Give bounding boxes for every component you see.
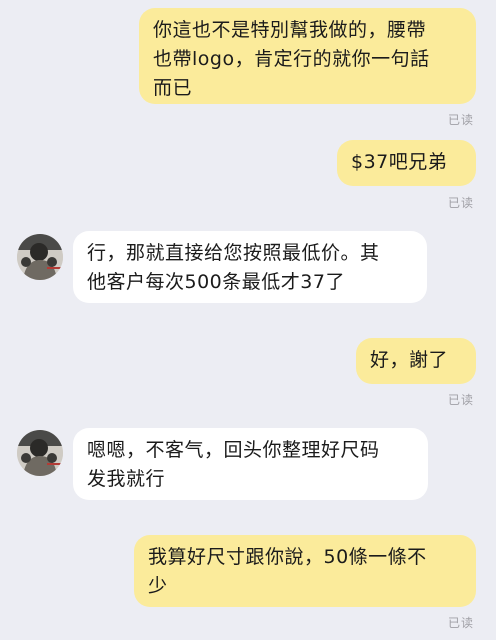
contact-avatar[interactable]: [17, 430, 63, 476]
chat-conversation: 你這也不是特別幫我做的，腰帶 也帶logo，肯定行的就你一句話 而已 已读 $3…: [0, 0, 496, 640]
read-receipt: 已读: [448, 393, 475, 407]
read-receipt: 已读: [448, 196, 475, 210]
incoming-message-bubble[interactable]: 行，那就直接给您按照最低价。其 他客户每次500条最低才37了: [73, 231, 427, 303]
outgoing-message-bubble[interactable]: 你這也不是特別幫我做的，腰帶 也帶logo，肯定行的就你一句話 而已: [139, 8, 476, 104]
read-receipt: 已读: [448, 616, 475, 630]
contact-avatar[interactable]: [17, 234, 63, 280]
person-avatar-icon: [17, 234, 63, 280]
outgoing-message-bubble[interactable]: 好，謝了: [356, 338, 476, 384]
outgoing-message-bubble[interactable]: 我算好尺寸跟你說，50條一條不 少: [134, 535, 476, 607]
person-avatar-icon: [17, 430, 63, 476]
incoming-message-bubble[interactable]: 嗯嗯，不客气，回头你整理好尺码 发我就行: [73, 428, 428, 500]
outgoing-message-bubble[interactable]: $37吧兄弟: [337, 140, 476, 186]
read-receipt: 已读: [448, 113, 475, 127]
